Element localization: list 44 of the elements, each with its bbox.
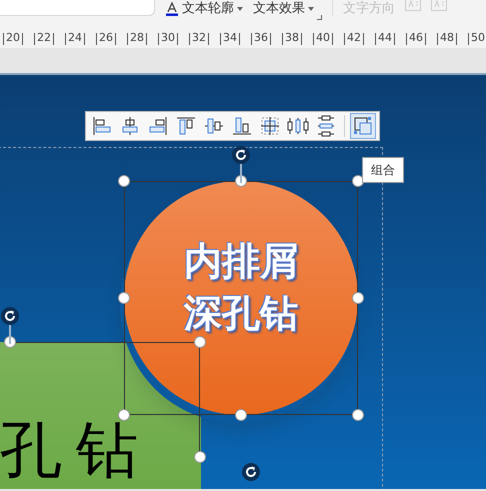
circle-text: 内排屑	[184, 240, 298, 282]
ruler-number: 30	[161, 30, 175, 46]
ruler-number: 36	[254, 30, 268, 46]
ruler-number: 26	[99, 30, 113, 46]
resize-handle[interactable]	[352, 409, 364, 421]
resize-handle[interactable]	[352, 292, 364, 304]
ruler-number: 44	[378, 30, 392, 46]
text-outline-icon	[165, 2, 179, 16]
align-right-icon	[147, 115, 169, 137]
ruler-number: 32	[192, 30, 206, 46]
distribute-vertical-icon	[315, 115, 337, 137]
ribbon-button[interactable]: 文本效果	[253, 0, 322, 20]
center-align-icon	[259, 115, 281, 137]
ruler-number: 24	[68, 30, 82, 46]
caret-icon	[308, 6, 314, 10]
resize-handle[interactable]	[118, 292, 130, 304]
circle-text: 深孔钻	[184, 292, 298, 334]
ruler-number: 34	[223, 30, 237, 46]
ruler-number: 38	[285, 30, 299, 46]
rotate-handle-icon[interactable]	[1, 307, 19, 325]
ruler-number: 40	[316, 30, 330, 46]
ruler-number: 46	[409, 30, 423, 46]
ruler-number: 50	[471, 30, 485, 46]
distribute-horizontal-icon	[287, 115, 309, 137]
slide-text: 孔钻	[0, 415, 152, 485]
ruler-number: 22	[37, 30, 51, 46]
align-left-icon	[91, 115, 113, 137]
ruler-number: 20	[6, 30, 20, 46]
rotate-handle-icon[interactable]	[232, 146, 250, 164]
ruler-number: 42	[347, 30, 361, 46]
ruler-number: 48	[440, 30, 454, 46]
dialog-launcher-icon	[317, 15, 322, 20]
toolbar-button[interactable]	[350, 113, 376, 139]
caret-icon	[237, 6, 243, 10]
rotate-handle-icon[interactable]	[242, 463, 260, 481]
ribbon-button[interactable]: 文本轮廓	[165, 0, 243, 20]
tooltip: 组合	[362, 157, 404, 183]
ruler-number: 28	[130, 30, 144, 46]
input-field[interactable]	[0, 0, 155, 16]
resize-handle[interactable]	[118, 175, 130, 187]
align-bottom-icon	[231, 115, 253, 137]
resize-handle[interactable]	[194, 451, 206, 463]
group-icon	[352, 115, 374, 137]
align-top-icon	[175, 115, 197, 137]
